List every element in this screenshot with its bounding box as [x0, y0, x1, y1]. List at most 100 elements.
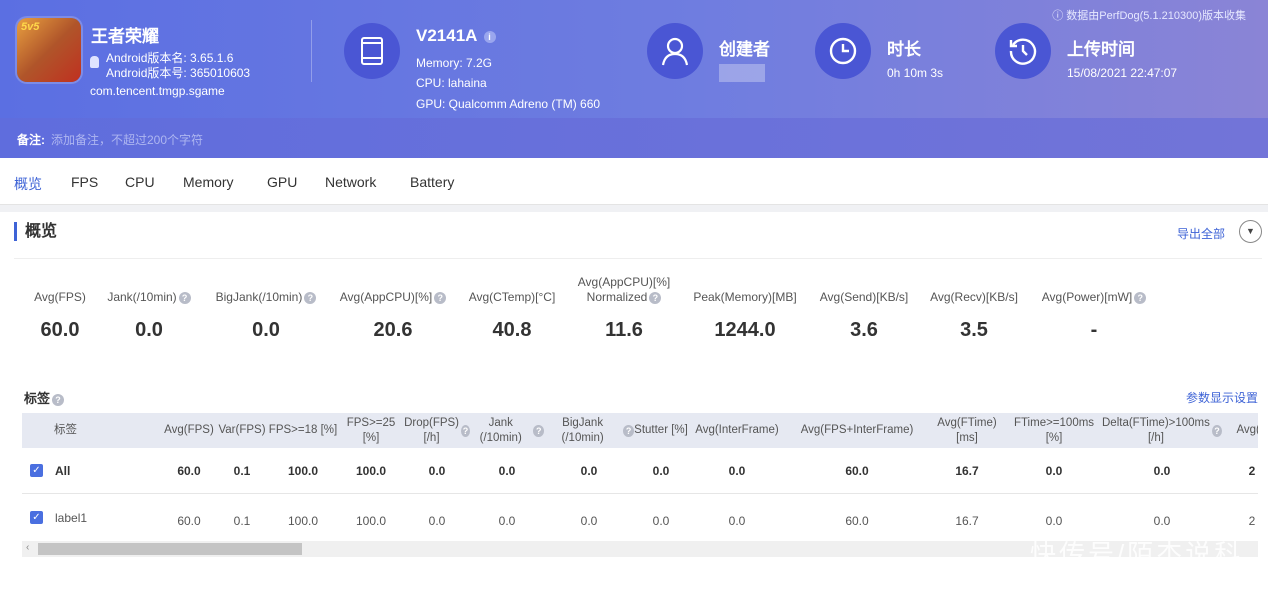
column-header[interactable]: Delta(FTime)>100ms [/h]? — [1102, 413, 1222, 448]
column-header[interactable]: Avg(FPS) — [162, 413, 216, 448]
column-header[interactable]: BigJank (/10min)? — [544, 413, 634, 448]
stat-item: Avg(AppCPU)[%]? 20.6 — [333, 270, 453, 350]
info-icon: ⓘ — [1052, 10, 1067, 22]
duration-label: 时长 — [887, 40, 921, 59]
table-cell: 60.0 — [845, 513, 869, 528]
device-model: V2141A i — [416, 26, 496, 46]
tab-network[interactable]: Network — [325, 174, 376, 190]
stat-label: Jank(/10min)? — [89, 290, 209, 305]
stat-item: Avg(Recv)[KB/s] 3.5 — [914, 270, 1034, 350]
table-cell: 100.0 — [287, 513, 319, 528]
column-header[interactable]: Var(FPS) — [216, 413, 268, 448]
help-icon[interactable]: ? — [461, 424, 470, 437]
row-name: All — [55, 463, 71, 478]
table-cell: 16.7 — [955, 463, 979, 478]
table-cell: 0.0 — [1153, 463, 1171, 478]
stat-label: Avg(AppCPU)[%] Normalized? — [577, 275, 671, 304]
tab-memory[interactable]: Memory — [183, 174, 234, 190]
column-header[interactable]: Avg(FTime) [ms] — [928, 413, 1006, 448]
app-icon: 5v5 — [17, 18, 81, 82]
stat-label: Avg(Power)[mW]? — [1034, 290, 1154, 305]
section-title: 概览 — [14, 222, 57, 241]
tab-fps[interactable]: FPS — [71, 174, 98, 190]
stat-value: 3.6 — [850, 319, 878, 341]
export-all-link[interactable]: 导出全部 — [1177, 225, 1225, 242]
device-cpu: CPU: lahaina — [416, 76, 487, 90]
creator-label: 创建者 — [719, 40, 770, 59]
table-cell: 0.0 — [498, 463, 516, 478]
tab-gpu[interactable]: GPU — [267, 174, 297, 190]
help-icon[interactable]: ? — [623, 424, 634, 437]
table-cell: 0.0 — [428, 463, 446, 478]
collected-by: ⓘ 数据由PerfDog(5.1.210300)版本收集 — [1052, 10, 1246, 22]
column-header[interactable]: FTime>=100ms [%] — [1006, 413, 1102, 448]
table-cell: 0.0 — [1045, 463, 1063, 478]
column-header[interactable]: Avg(FPS+InterFrame) — [786, 413, 928, 448]
column-header[interactable]: FPS>=18 [%] — [268, 413, 338, 448]
table-cell: 60.0 — [177, 513, 201, 528]
app-version-name: Android版本名: 3.65.1.6 — [106, 51, 234, 65]
clock-icon — [815, 23, 871, 79]
stat-item: Avg(AppCPU)[%] Normalized? 11.6 — [564, 270, 684, 350]
table-header: 标签 Avg(FPS) Var(FPS) FPS>=18 [%] FPS>=25 [%]… — [22, 413, 1258, 448]
table-cell: 0.0 — [580, 513, 598, 528]
scrollbar-thumb[interactable] — [38, 543, 302, 555]
tab-cpu[interactable]: CPU — [125, 174, 155, 190]
table-cell: 0.0 — [728, 513, 746, 528]
column-header[interactable]: Avg(InterFrame) — [688, 413, 786, 448]
table-cell: 0.1 — [233, 513, 251, 528]
table-cell: 0.0 — [652, 513, 670, 528]
stat-item: Avg(CTemp)[°C] 40.8 — [452, 270, 572, 350]
help-icon[interactable]: ? — [533, 424, 544, 437]
help-icon[interactable]: ? — [178, 291, 191, 304]
tab-battery[interactable]: Battery — [410, 174, 454, 190]
note-bar: 备注: 添加备注，不超过200个字符 — [0, 118, 1268, 158]
stat-item: Jank(/10min)? 0.0 — [89, 270, 209, 350]
column-header[interactable]: Avg(A — [1222, 413, 1258, 448]
row-checkbox[interactable]: ✓ — [30, 511, 43, 524]
table-cell: 100.0 — [355, 513, 387, 528]
table-cell: 0.0 — [428, 513, 446, 528]
stat-item: Peak(Memory)[MB] 1244.0 — [685, 270, 805, 350]
table-cell: 0.0 — [580, 463, 598, 478]
help-icon[interactable]: ? — [649, 291, 662, 304]
param-display-settings-link[interactable]: 参数显示设置 — [1186, 389, 1258, 406]
note-input[interactable]: 添加备注，不超过200个字符 — [51, 133, 203, 147]
stat-label: Avg(Send)[KB/s] — [819, 290, 909, 304]
table-cell: 0.0 — [728, 463, 746, 478]
stat-label: Avg(Recv)[KB/s] — [930, 290, 1018, 304]
divider — [14, 258, 1262, 259]
user-icon — [647, 23, 703, 79]
scroll-left-arrow-icon[interactable]: ‹ — [26, 542, 29, 553]
help-icon[interactable]: ? — [1211, 424, 1222, 437]
tab-bar: 概览 FPS CPU Memory GPU Network Battery — [0, 158, 1268, 205]
stat-value: - — [1090, 319, 1098, 341]
column-header[interactable]: Drop(FPS) [/h]? — [404, 413, 470, 448]
stat-value: 3.5 — [960, 319, 988, 341]
app-package: com.tencent.tmgp.sgame — [90, 84, 225, 98]
section-gap — [0, 205, 1268, 212]
stat-item: Avg(Power)[mW]? - — [1034, 270, 1154, 350]
stat-item: BigJank(/10min)? 0.0 — [206, 270, 326, 350]
stat-value: 0.0 — [135, 319, 163, 341]
info-icon[interactable]: i — [483, 30, 496, 43]
help-icon[interactable]: ? — [1134, 291, 1147, 304]
stat-value: 40.8 — [492, 319, 532, 341]
upload-time-value: 15/08/2021 22:47:07 — [1067, 66, 1178, 80]
stat-label: BigJank(/10min)? — [206, 290, 326, 305]
column-header[interactable]: FPS>=25 [%] — [338, 413, 404, 448]
help-icon[interactable]: ? — [434, 291, 447, 304]
column-header[interactable]: Jank (/10min)? — [470, 413, 544, 448]
upload-time-label: 上传时间 — [1067, 40, 1135, 59]
report-header: 5v5 王者荣耀 Android版本名: 3.65.1.6 Android版本号… — [0, 0, 1268, 118]
row-label-cell: ✓ label1 — [22, 494, 162, 541]
row-checkbox[interactable]: ✓ — [30, 464, 43, 477]
help-icon[interactable]: ? — [304, 291, 317, 304]
dropdown-chevron-icon[interactable]: ▼ — [1239, 220, 1262, 243]
tab-overview[interactable]: 概览 — [14, 174, 42, 194]
duration-value: 0h 10m 3s — [887, 66, 944, 80]
app-version-code: Android版本号: 365010603 — [106, 66, 251, 80]
help-icon[interactable]: ? — [52, 393, 65, 406]
column-header[interactable]: Stutter [%] — [634, 413, 688, 448]
column-header[interactable]: 标签 — [22, 413, 162, 448]
